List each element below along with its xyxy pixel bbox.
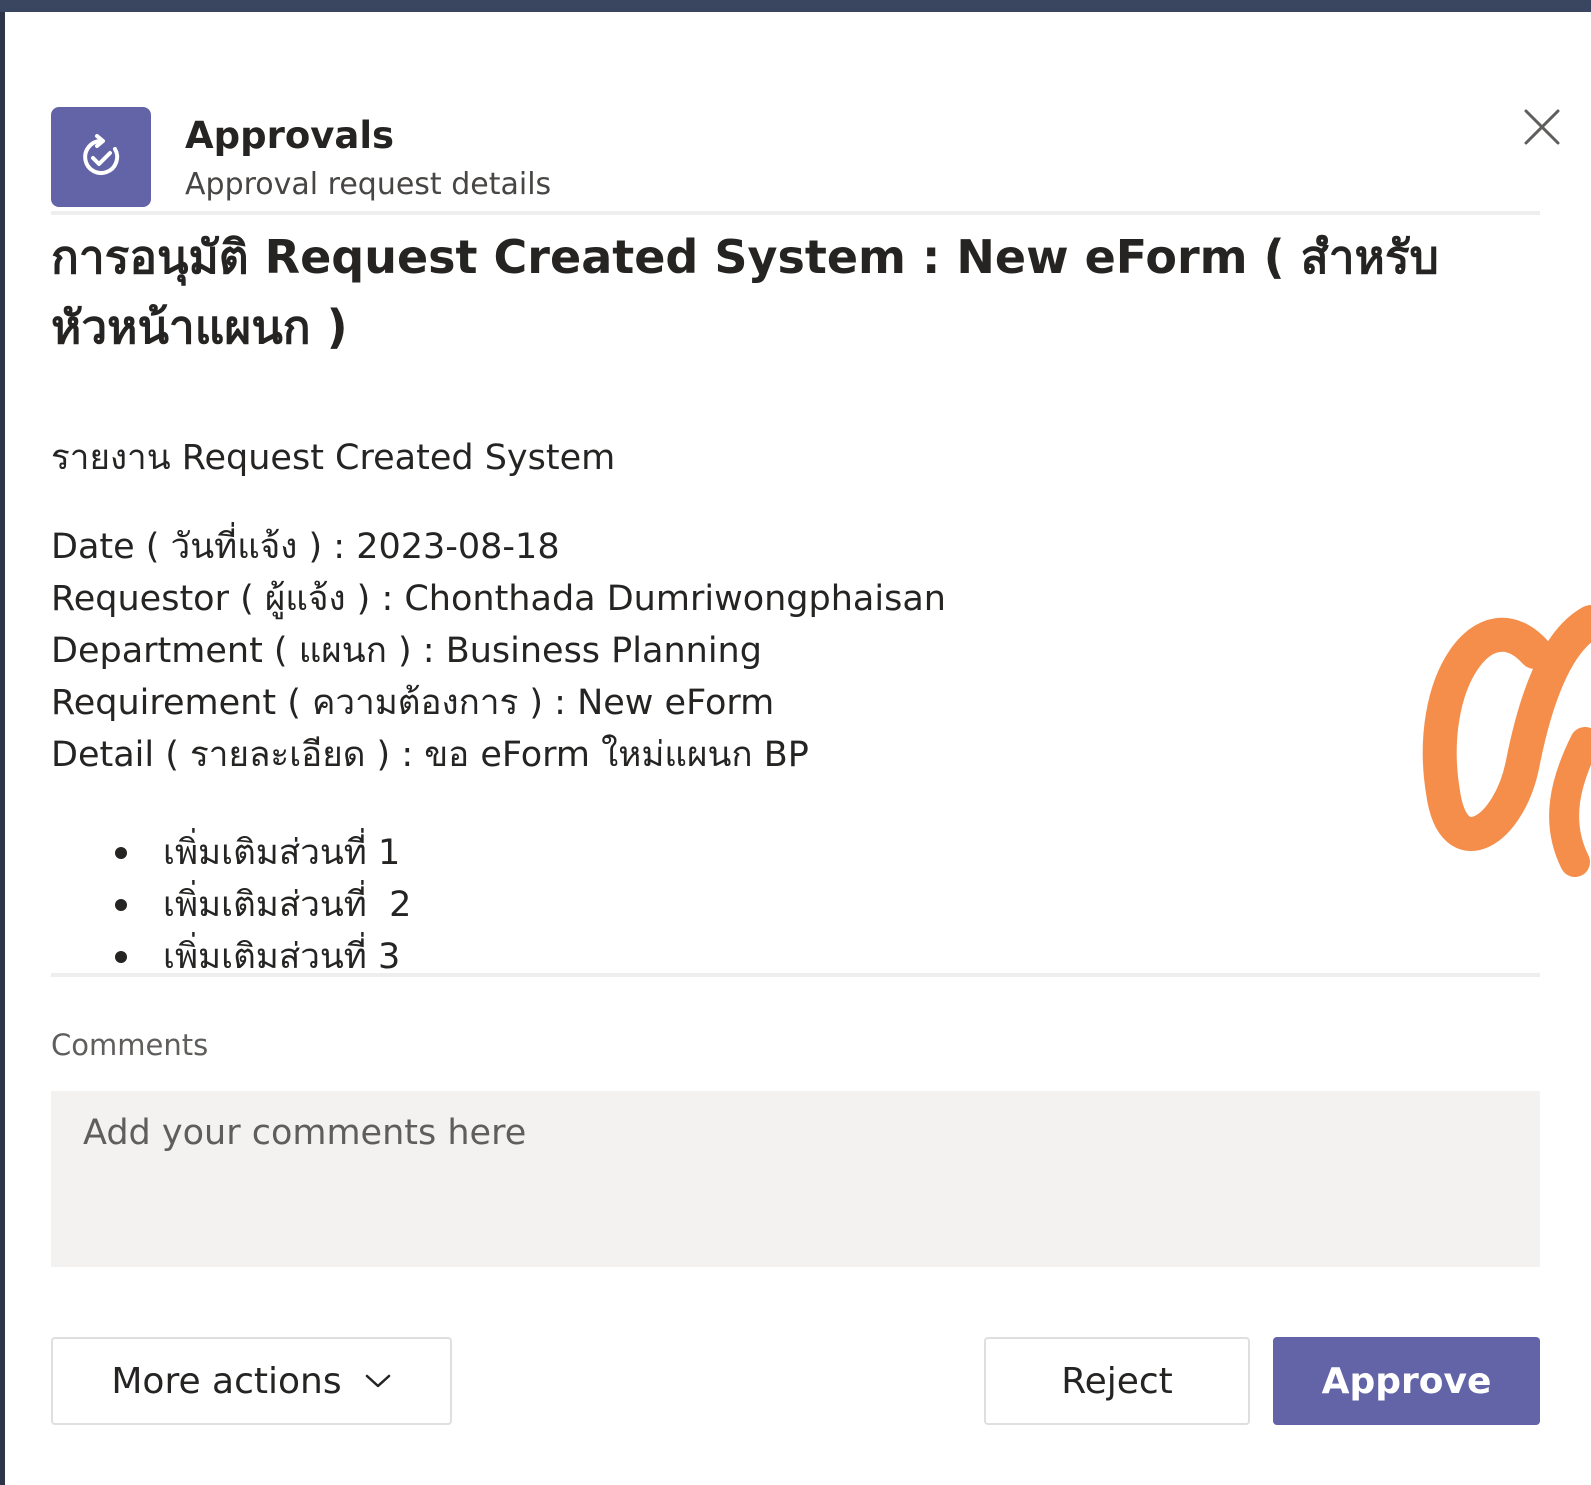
dialog-subtitle: Approval request details: [185, 167, 552, 202]
handwritten-watermark: [1422, 605, 1591, 877]
detail-bullet-list: เพิ่มเติมส่วนที่ 1 เพิ่มเติมส่วนที่ 2 เพ…: [115, 827, 411, 983]
reject-button[interactable]: Reject: [984, 1337, 1250, 1425]
content-divider: [51, 973, 1540, 977]
field-date: Date ( วันที่แจ้ง ) : 2023-08-18: [51, 527, 560, 567]
list-item: เพิ่มเติมส่วนที่ 1: [115, 827, 411, 879]
backdrop-bar: [0, 0, 1591, 12]
approval-dialog: Approvals Approval request details การอน…: [5, 12, 1591, 1485]
close-icon: [1524, 109, 1560, 145]
comments-label: Comments: [51, 1028, 209, 1062]
comments-input[interactable]: [51, 1091, 1540, 1267]
close-button[interactable]: [1517, 102, 1567, 152]
request-title: การอนุมัติ Request Created System : New …: [51, 230, 1439, 354]
more-actions-button[interactable]: More actions: [51, 1337, 452, 1425]
approvals-icon: [51, 107, 151, 207]
report-line: รายงาน Request Created System: [51, 438, 616, 478]
app-title: Approvals: [185, 114, 395, 157]
list-item: เพิ่มเติมส่วนที่ 2: [115, 879, 411, 931]
field-requestor: Requestor ( ผู้แจ้ง ) : Chonthada Dumriw…: [51, 579, 946, 619]
approve-button[interactable]: Approve: [1273, 1337, 1540, 1425]
more-actions-label: More actions: [111, 1360, 342, 1402]
field-detail: Detail ( รายละเอียด ) : ขอ eForm ใหม่แผน…: [51, 735, 809, 775]
chevron-down-icon: [365, 1374, 390, 1388]
field-department: Department ( แผนก ) : Business Planning: [51, 631, 762, 671]
field-requirement: Requirement ( ความต้องการ ) : New eForm: [51, 683, 775, 723]
header-divider: [51, 211, 1540, 215]
